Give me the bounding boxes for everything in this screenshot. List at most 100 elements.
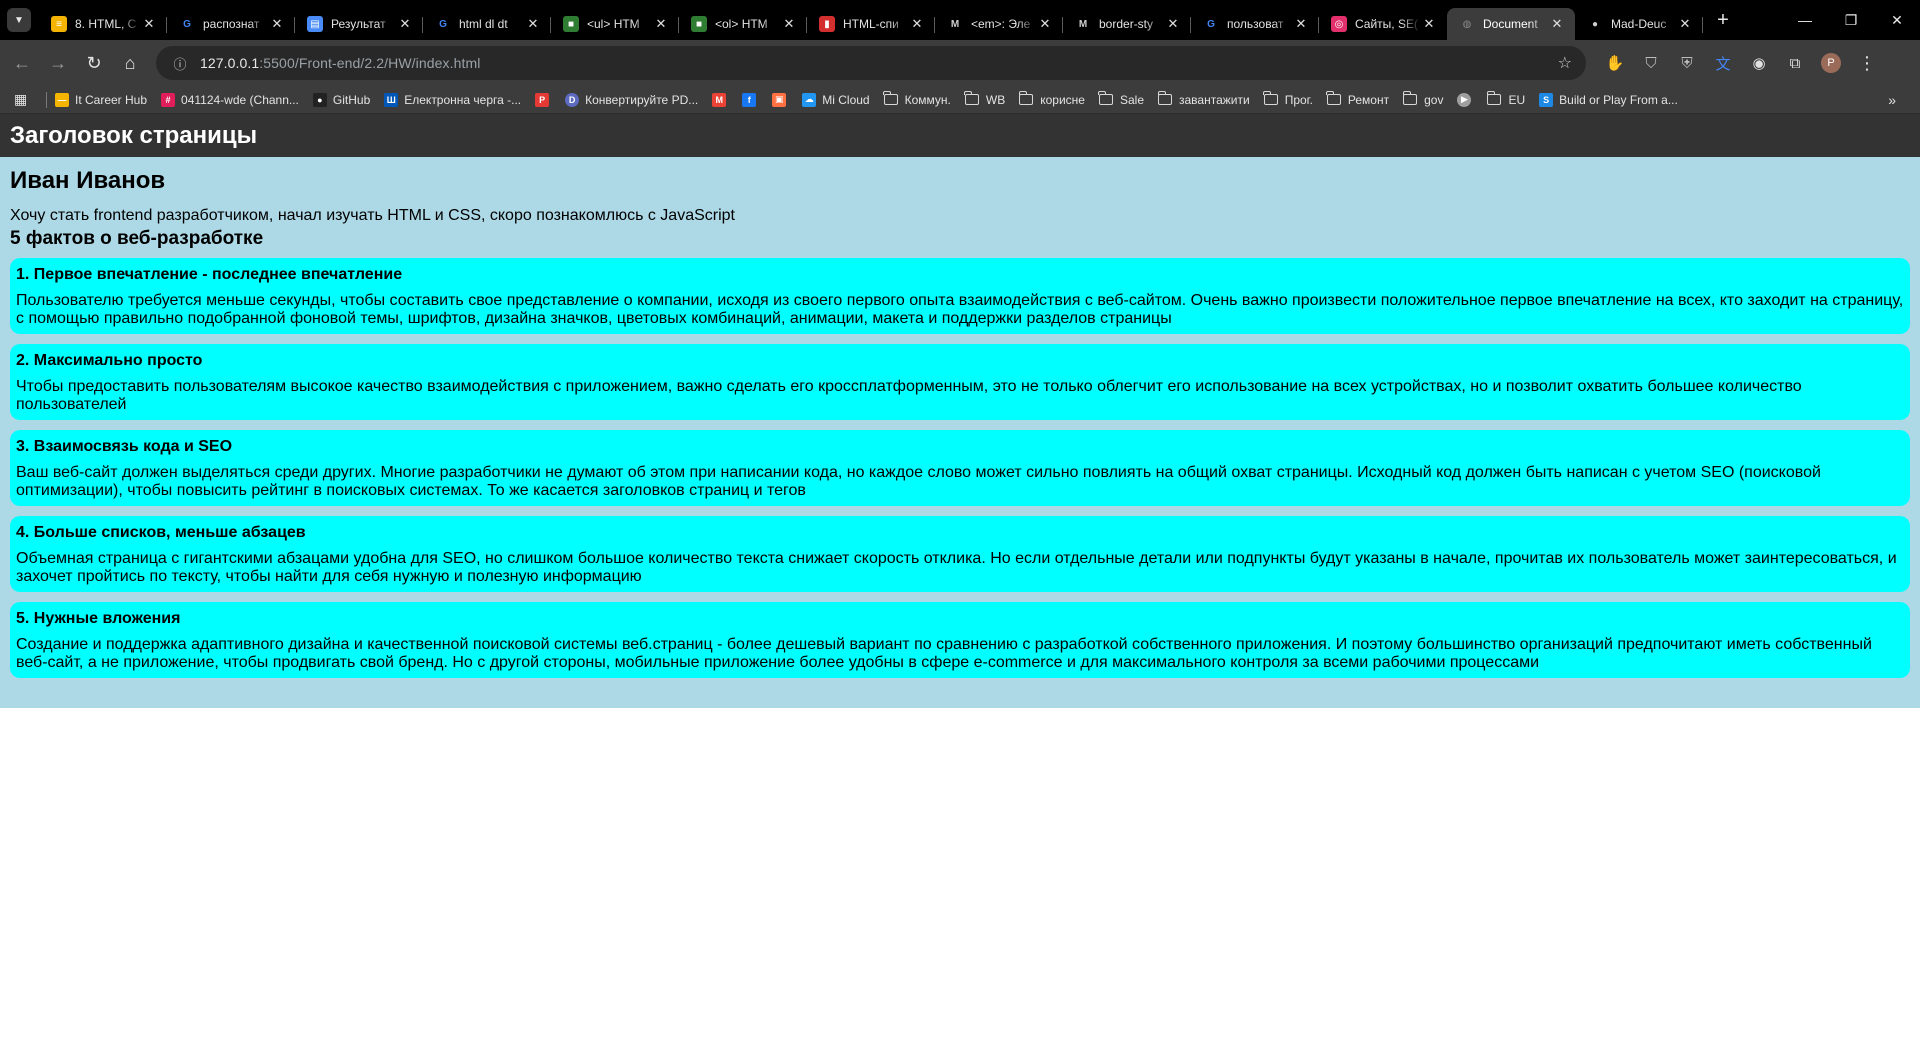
tab-search-chevron-icon[interactable]: ▼: [7, 8, 31, 32]
tab-title: html dl dt: [459, 17, 508, 31]
tab-close-icon[interactable]: ✕: [1293, 16, 1309, 32]
browser-tab[interactable]: ◍ Document ✕: [1447, 8, 1575, 40]
browser-tab[interactable]: Gпользоват ✕: [1191, 8, 1319, 40]
bookmark-folder[interactable]: Прог.: [1263, 91, 1313, 107]
mdn-m-icon: M: [1078, 18, 1088, 30]
browser-tab[interactable]: ● Mad-Deuc ✕: [1575, 8, 1703, 40]
screenshot-icon[interactable]: ◉: [1744, 48, 1774, 78]
browser-tab[interactable]: Gраспознат ✕: [167, 8, 295, 40]
fact-title: 4. Больше списков, меньше абзацев: [16, 524, 306, 541]
bookmark-folder[interactable]: gov: [1402, 91, 1443, 107]
fact-title: 2. Максимально просто: [16, 352, 203, 369]
bookmark-folder[interactable]: EU: [1486, 91, 1525, 107]
home-icon[interactable]: ⌂: [112, 45, 148, 81]
tab-close-icon[interactable]: ✕: [1165, 16, 1181, 32]
address-bar[interactable]: ⓘ 127.0.0.1:5500/Front-end/2.2/HW/index.…: [156, 46, 1586, 80]
bookmark-star-icon[interactable]: ☆: [1558, 53, 1572, 73]
tab-close-icon[interactable]: ✕: [1549, 16, 1565, 32]
browser-tab[interactable]: ▤ Результат ✕: [295, 8, 423, 40]
tab-close-icon[interactable]: ✕: [1037, 16, 1053, 32]
bookmark-folder[interactable]: Sale: [1098, 91, 1144, 107]
bookmark-link[interactable]: Ш Електронна черга -...: [384, 92, 522, 107]
fact-text: Чтобы предоставить пользователям высокое…: [16, 378, 1802, 413]
tab-close-icon[interactable]: ✕: [653, 16, 669, 32]
bookmark-link[interactable]: M: [712, 92, 732, 107]
url-text[interactable]: 127.0.0.1:5500/Front-end/2.2/HW/index.ht…: [200, 55, 480, 71]
bookmark-link[interactable]: ▣: [772, 92, 792, 107]
fact-text: Объемная страница с гигантскими абзацами…: [16, 550, 1897, 585]
puzzle-icon[interactable]: ⧉: [1780, 48, 1810, 78]
d-circle-icon: D: [565, 92, 580, 107]
bookmark-link[interactable]: S Build or Play From a...: [1539, 92, 1678, 107]
tab-close-icon[interactable]: ✕: [1421, 16, 1437, 32]
browser-tab[interactable]: ■ <ul> HTM ✕: [551, 8, 679, 40]
tab-title: border-sty: [1099, 17, 1154, 31]
bookmark-link[interactable]: ☁ Mi Cloud: [802, 92, 870, 107]
adblock-hand-icon[interactable]: ✋: [1600, 48, 1630, 78]
bookmark-folder[interactable]: WB: [964, 91, 1005, 107]
fact-text: Ваш веб-сайт должен выделяться среди дру…: [16, 464, 1821, 499]
back-arrow-icon[interactable]: ←: [4, 45, 40, 81]
new-tab-plus-icon[interactable]: +: [1709, 6, 1737, 34]
tab-close-icon[interactable]: ✕: [269, 16, 285, 32]
minimize-icon[interactable]: —: [1782, 0, 1828, 40]
facts-heading: 5 фактов о веб-разработке: [10, 228, 264, 249]
bookmark-link[interactable]: f: [742, 92, 762, 107]
tab-close-icon[interactable]: ✕: [781, 16, 797, 32]
shield-check-icon[interactable]: ⛨: [1672, 48, 1702, 78]
bookmark-folder[interactable]: корисне: [1018, 91, 1085, 107]
translate-icon[interactable]: 文: [1708, 48, 1738, 78]
profile-button[interactable]: P: [1816, 48, 1846, 78]
tab-close-icon[interactable]: ✕: [397, 16, 413, 32]
bookmark-folder[interactable]: Коммун.: [883, 91, 951, 107]
apps-grid-icon[interactable]: ▦: [14, 91, 36, 108]
page-viewport: Заголовок страницы Иван Иванов Хочу стат…: [0, 114, 1920, 1040]
reload-icon[interactable]: ↻: [76, 45, 112, 81]
trident-icon: Ш: [384, 92, 399, 107]
bookmark-label: Електронна черга -...: [404, 92, 522, 107]
browser-tab[interactable]: ◎ Сайты, SE(✕: [1319, 8, 1447, 40]
chart-bars-icon: ▮: [819, 16, 835, 32]
bookmark-link[interactable]: — It Career Hub: [55, 92, 147, 107]
browser-menu-icon[interactable]: ⋮: [1852, 48, 1882, 78]
fact-card: 1. Первое впечатление - последнее впечат…: [10, 258, 1910, 334]
bookmark-folder[interactable]: завантажити: [1157, 91, 1250, 107]
browser-tab[interactable]: ■ <ol> HTM ✕: [679, 8, 807, 40]
folder-icon: [1157, 91, 1172, 105]
browser-tab[interactable]: M <em>: Эле ✕: [935, 8, 1063, 40]
fact-text: Пользователю требуется меньше секунды, ч…: [16, 292, 1904, 327]
fact-title: 1. Первое впечатление - последнее впечат…: [16, 266, 403, 283]
browser-tab[interactable]: Ghtml dl dt ✕: [423, 8, 551, 40]
instagram-icon: ◎: [1331, 16, 1347, 32]
bookmark-link[interactable]: #041124-wde (Chann...: [161, 92, 299, 107]
fact-card: 2. Максимально просто Чтобы предоставить …: [10, 344, 1910, 420]
bookmark-label: Build or Play From a...: [1559, 92, 1678, 107]
url-host: 127.0.0.1: [200, 55, 260, 71]
tab-close-icon[interactable]: ✕: [141, 16, 157, 32]
bookmarks-divider: [46, 91, 47, 108]
bookmark-link[interactable]: P: [535, 92, 555, 107]
browser-tab[interactable]: ≡ 8. HTML, С ✕: [39, 8, 167, 40]
extensions-area: ✋ ⛉ ⛨ 文 ◉ ⧉ P ⋮: [1600, 48, 1888, 78]
browser-tab[interactable]: ▮ HTML-спи ✕: [807, 8, 935, 40]
tab-close-icon[interactable]: ✕: [1677, 16, 1693, 32]
cloud-icon: ☁: [802, 92, 817, 107]
site-info-icon[interactable]: ⓘ: [168, 51, 192, 75]
bookmark-link[interactable]: ▶: [1457, 92, 1477, 107]
ui-lines-icon: ≡: [51, 16, 67, 32]
restore-icon[interactable]: ❐: [1828, 0, 1874, 40]
bookmark-link[interactable]: ● GitHub: [312, 92, 370, 107]
bookmark-folder[interactable]: Ремонт: [1326, 91, 1389, 107]
close-window-icon[interactable]: ✕: [1874, 0, 1920, 40]
bookmark-link[interactable]: D Конвертируйте PD...: [565, 92, 698, 107]
browser-tab[interactable]: Mborder-sty ✕: [1063, 8, 1191, 40]
folder-icon: [964, 91, 979, 105]
more-bookmarks-chevron-icon[interactable]: »: [1888, 92, 1896, 108]
folder-icon: [1263, 91, 1278, 105]
bookmark-label: завантажити: [1179, 92, 1250, 107]
forward-arrow-icon[interactable]: →: [40, 45, 76, 81]
tab-close-icon[interactable]: ✕: [909, 16, 925, 32]
shield-icon[interactable]: ⛉: [1636, 48, 1666, 78]
tab-close-icon[interactable]: ✕: [525, 16, 541, 32]
tab-title: Сайты, SE(: [1355, 17, 1418, 31]
